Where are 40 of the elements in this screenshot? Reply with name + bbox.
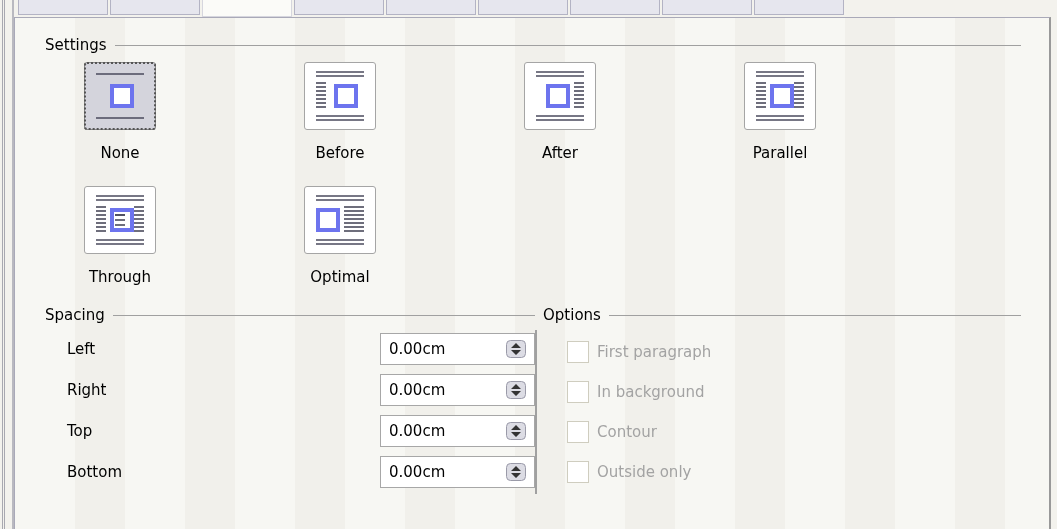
spacing-label: Bottom	[67, 462, 123, 481]
wrap-option-button[interactable]	[744, 62, 816, 130]
tab[interactable]	[202, 0, 292, 17]
spin-arrows-icon[interactable]	[506, 339, 526, 358]
wrap-option-label: Optimal	[310, 268, 370, 286]
checkbox-label: Outside only	[597, 463, 692, 481]
wrap-option-button[interactable]	[524, 62, 596, 130]
tab[interactable]	[386, 0, 476, 15]
wrap-option-label: Parallel	[752, 144, 808, 162]
tab[interactable]	[294, 0, 384, 15]
spin-field[interactable]: 0.00cm	[380, 455, 535, 488]
wrap-option-button[interactable]	[84, 186, 156, 254]
settings-heading: Settings	[45, 36, 107, 54]
wrap-option-button[interactable]	[84, 62, 156, 130]
wrap-option-button[interactable]	[304, 186, 376, 254]
spacing-heading: Spacing	[45, 306, 105, 324]
tab[interactable]	[478, 0, 568, 15]
spacing-label: Top	[67, 421, 93, 440]
tab[interactable]	[570, 0, 660, 15]
options-heading: Options	[543, 306, 601, 324]
wrap-option-label: None	[100, 144, 140, 162]
spin-field[interactable]: 0.00cm	[380, 332, 535, 365]
wrap-option-button[interactable]	[304, 62, 376, 130]
wrap-option-label: Before	[315, 144, 365, 162]
spacing-label: Right	[67, 380, 107, 399]
tab[interactable]	[662, 0, 752, 15]
spin-arrows-icon[interactable]	[506, 462, 526, 481]
spin-arrows-icon[interactable]	[506, 380, 526, 399]
spin-field[interactable]: 0.00cm	[380, 373, 535, 406]
tab[interactable]	[18, 0, 108, 15]
spin-arrows-icon[interactable]	[506, 421, 526, 440]
spacing-label: Left	[67, 339, 96, 358]
tab[interactable]	[110, 0, 200, 15]
wrap-option-label: After	[542, 144, 578, 162]
tab[interactable]	[754, 0, 844, 15]
checkbox-label: First paragraph	[597, 343, 712, 361]
checkbox-label: Contour	[597, 423, 657, 441]
checkbox-label: In background	[597, 383, 705, 401]
spin-field[interactable]: 0.00cm	[380, 414, 535, 447]
wrap-option-label: Through	[88, 268, 152, 286]
